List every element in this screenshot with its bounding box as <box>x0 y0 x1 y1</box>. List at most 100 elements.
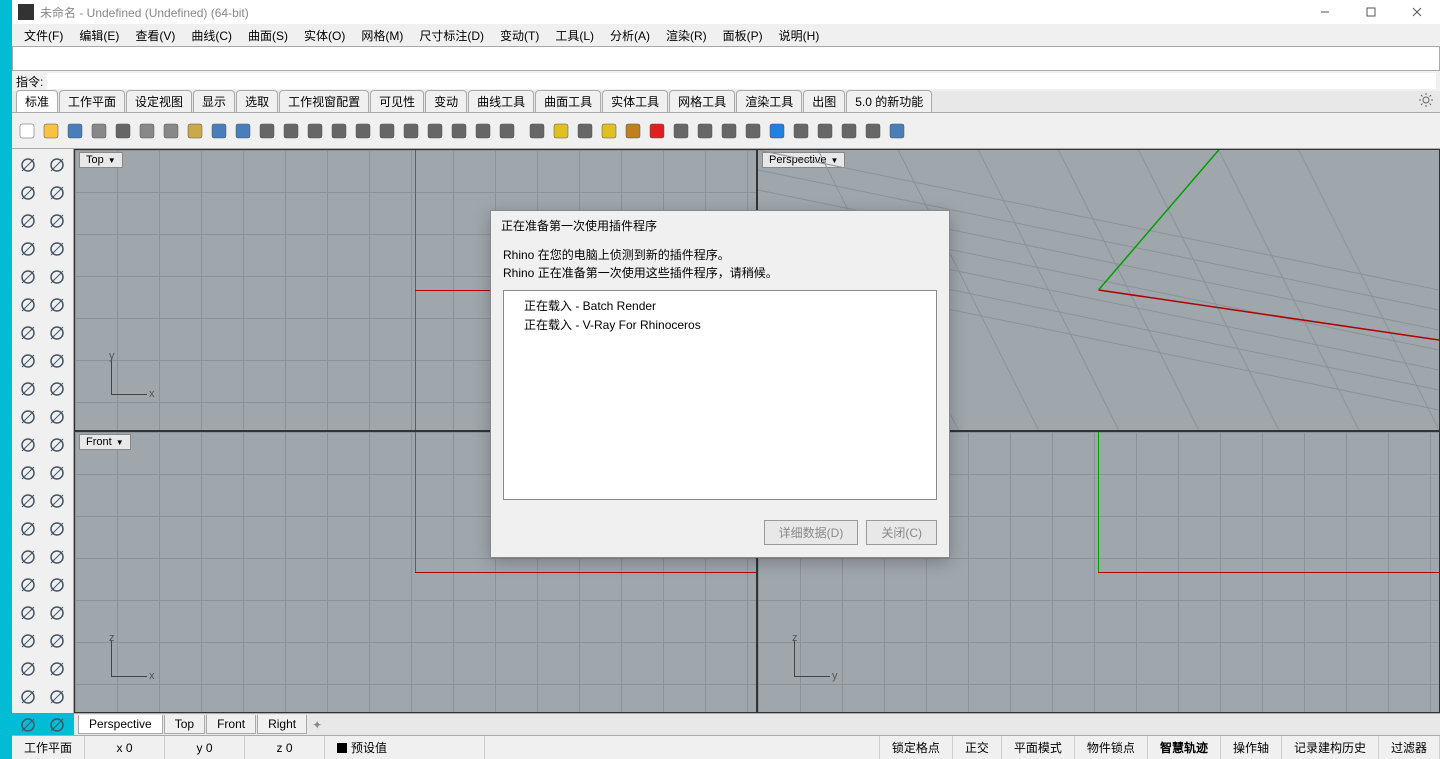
viewport-tab-front[interactable]: Front <box>206 715 256 734</box>
dim-icon[interactable] <box>862 120 884 142</box>
mesh-tool-icon[interactable] <box>14 627 43 655</box>
sphere-tool-icon[interactable] <box>14 319 43 347</box>
minimize-button[interactable] <box>1302 0 1348 24</box>
drops-tool-icon[interactable] <box>43 459 72 487</box>
status-toggle-2[interactable]: 平面模式 <box>1002 736 1075 759</box>
lock-icon[interactable] <box>622 120 644 142</box>
zoom-in-icon[interactable] <box>304 120 326 142</box>
explosion-tool-icon[interactable] <box>43 403 72 431</box>
polygon-tool-icon[interactable] <box>14 263 43 291</box>
status-preset[interactable]: 预设值 <box>325 736 485 759</box>
status-toggle-1[interactable]: 正交 <box>953 736 1002 759</box>
maximize-button[interactable] <box>1348 0 1394 24</box>
sphere-rainbow-icon[interactable] <box>670 120 692 142</box>
triangle-icon[interactable] <box>574 120 596 142</box>
line-tool-icon[interactable] <box>14 179 43 207</box>
menu-曲线(C)[interactable]: 曲线(C) <box>183 25 240 46</box>
torus-tool-icon[interactable] <box>43 319 72 347</box>
status-toggle-5[interactable]: 操作轴 <box>1221 736 1282 759</box>
viewport-front-label[interactable]: Front▼ <box>79 434 131 450</box>
add-viewport-tab[interactable]: ✦ <box>308 718 326 732</box>
status-toggle-6[interactable]: 记录建构历史 <box>1282 736 1379 759</box>
block-tool-icon[interactable] <box>14 571 43 599</box>
help-icon[interactable] <box>886 120 908 142</box>
align-tool-icon[interactable] <box>43 515 72 543</box>
menu-网格(M)[interactable]: 网格(M) <box>353 25 411 46</box>
gems-tool-icon[interactable] <box>43 627 72 655</box>
status-toggle-7[interactable]: 过滤器 <box>1379 736 1440 759</box>
menu-曲面(S)[interactable]: 曲面(S) <box>240 25 296 46</box>
car-icon[interactable] <box>496 120 518 142</box>
tooltab-工作平面[interactable]: 工作平面 <box>59 90 125 112</box>
rect-tool-icon[interactable] <box>43 235 72 263</box>
zoom-ext-icon[interactable] <box>376 120 398 142</box>
circle-tool-icon[interactable] <box>43 207 72 235</box>
box-tool-icon[interactable] <box>43 291 72 319</box>
extrude-tool-icon[interactable] <box>14 347 43 375</box>
menu-面板(P)[interactable]: 面板(P) <box>715 25 771 46</box>
analysis-tool-icon[interactable] <box>43 571 72 599</box>
blob-tool-icon[interactable] <box>14 459 43 487</box>
mirror-tool-icon[interactable] <box>43 655 72 683</box>
status-toggle-3[interactable]: 物件锁点 <box>1075 736 1148 759</box>
zoom-ext2-icon[interactable] <box>400 120 422 142</box>
pointer-tool-icon[interactable] <box>14 151 43 179</box>
menu-查看(V)[interactable]: 查看(V) <box>127 25 183 46</box>
command-input[interactable] <box>47 73 1436 89</box>
rotate-tool-tool-icon[interactable] <box>43 599 72 627</box>
cut-icon[interactable] <box>136 120 158 142</box>
bulb-icon[interactable] <box>598 120 620 142</box>
flag2-icon[interactable] <box>790 120 812 142</box>
tooltab-曲面工具[interactable]: 曲面工具 <box>535 90 601 112</box>
plane-tool-icon[interactable] <box>14 291 43 319</box>
refresh-icon[interactable] <box>448 120 470 142</box>
menu-渲染(R)[interactable]: 渲染(R) <box>658 25 715 46</box>
tooltab-渲染工具[interactable]: 渲染工具 <box>736 90 802 112</box>
sphere-grey-icon[interactable] <box>694 120 716 142</box>
menu-编辑(E)[interactable]: 编辑(E) <box>71 25 127 46</box>
command-history[interactable] <box>12 46 1440 71</box>
status-workplane[interactable]: 工作平面 <box>12 736 85 759</box>
tooltab-显示[interactable]: 显示 <box>193 90 235 112</box>
tooltab-可见性[interactable]: 可见性 <box>370 90 424 112</box>
circle-icon[interactable] <box>646 120 668 142</box>
menu-说明(H)[interactable]: 说明(H) <box>771 25 828 46</box>
viewport-tab-top[interactable]: Top <box>164 715 205 734</box>
viewport-tab-perspective[interactable]: Perspective <box>78 715 163 734</box>
paste-icon[interactable] <box>184 120 206 142</box>
polyline-tool-icon[interactable] <box>43 179 72 207</box>
boolean-tool-icon[interactable] <box>43 375 72 403</box>
tooltab-设定视图[interactable]: 设定视图 <box>126 90 192 112</box>
redo-icon[interactable] <box>232 120 254 142</box>
arc-tool-icon[interactable] <box>14 235 43 263</box>
doc-icon[interactable] <box>112 120 134 142</box>
menu-工具(L)[interactable]: 工具(L) <box>547 25 602 46</box>
status-toggle-4[interactable]: 智慧轨迹 <box>1148 736 1221 759</box>
world-icon[interactable] <box>766 120 788 142</box>
trim-tool-icon[interactable] <box>43 543 72 571</box>
menu-分析(A)[interactable]: 分析(A) <box>602 25 658 46</box>
print-icon[interactable] <box>88 120 110 142</box>
merge-tool-icon[interactable] <box>14 543 43 571</box>
cone-tool-icon[interactable] <box>14 375 43 403</box>
status-toggle-0[interactable]: 锁定格点 <box>880 736 953 759</box>
tooltab-工作视窗配置[interactable]: 工作视窗配置 <box>279 90 369 112</box>
text-tool-icon[interactable] <box>14 515 43 543</box>
viewport-tab-right[interactable]: Right <box>257 715 307 734</box>
sphere-blue-icon[interactable] <box>742 120 764 142</box>
check-tool-icon[interactable] <box>14 683 43 711</box>
curve-tool-icon[interactable] <box>14 207 43 235</box>
tooltab-选取[interactable]: 选取 <box>236 90 278 112</box>
sweep-tool-icon[interactable] <box>43 347 72 375</box>
rotate-icon[interactable] <box>280 120 302 142</box>
tooltab-5.0 的新功能[interactable]: 5.0 的新功能 <box>846 90 932 112</box>
tooltab-实体工具[interactable]: 实体工具 <box>602 90 668 112</box>
layers2-icon[interactable] <box>838 120 860 142</box>
tooltab-曲线工具[interactable]: 曲线工具 <box>468 90 534 112</box>
lasso-icon[interactable] <box>424 120 446 142</box>
details-button[interactable]: 详细数据(D) <box>764 520 859 545</box>
tooltab-网格工具[interactable]: 网格工具 <box>669 90 735 112</box>
freeform-tool-icon[interactable] <box>43 263 72 291</box>
flag-icon[interactable] <box>526 120 548 142</box>
grid-icon[interactable] <box>472 120 494 142</box>
